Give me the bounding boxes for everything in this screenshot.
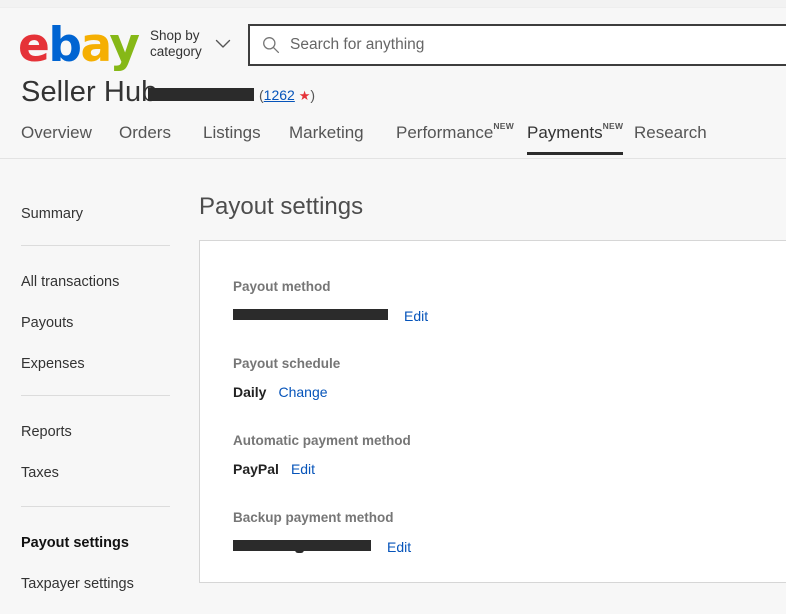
rating-count-link[interactable]: 1262 — [264, 87, 295, 103]
sidebar-item-payout-settings[interactable]: Payout settings — [21, 535, 129, 551]
tab-payments[interactable]: PaymentsNEW — [527, 121, 624, 155]
search-bar[interactable] — [248, 24, 786, 66]
sidebar-nav: Summary All transactions Payouts Expenses Re… — [0, 159, 176, 614]
backup-payment-method-edit-link[interactable]: Edit — [387, 539, 411, 555]
shop-by-line-2: category — [150, 44, 202, 59]
tab-new-badge: NEW — [602, 121, 624, 132]
section-automatic-payment-method: Automatic payment method PayPal Edit — [233, 433, 411, 477]
section-value-row: Edit — [233, 538, 411, 556]
page-title: Payout settings — [199, 193, 364, 220]
logo-letter-y: y — [109, 18, 140, 73]
sidebar-divider — [21, 395, 170, 396]
logo-letter-b: b — [48, 18, 82, 73]
seller-rating: (1262 ★) — [259, 87, 315, 104]
sidebar-item-summary[interactable]: Summary — [21, 206, 83, 222]
tab-label: Payments — [527, 123, 603, 142]
tab-research[interactable]: Research — [634, 123, 707, 155]
sidebar-divider — [21, 245, 170, 246]
section-value-row: PayPal Edit — [233, 461, 411, 477]
tab-label: Orders — [119, 123, 171, 142]
section-label: Backup payment method — [233, 510, 394, 525]
redacted-value-wrapper — [233, 307, 388, 325]
redacted-value-wrapper — [233, 538, 371, 556]
ebay-seller-hub-page: ebay Shop by category Seller Hub (12 — [0, 0, 786, 614]
shop-by-line-1: Shop by — [150, 28, 200, 43]
tab-performance[interactable]: PerformanceNEW — [396, 121, 515, 155]
logo-letter-a: a — [80, 18, 111, 73]
section-value-row: Daily Change — [233, 384, 340, 400]
sidebar-item-all-transactions[interactable]: All transactions — [21, 274, 119, 290]
logo-letter-e: e — [18, 18, 50, 73]
primary-nav-tabs: Overview Orders Listings Marketing Performan… — [0, 118, 786, 159]
section-value: Daily — [233, 384, 267, 400]
payout-settings-card: Payout method Edit Payout schedule Daily Cha… — [199, 240, 786, 583]
search-input[interactable] — [290, 33, 786, 57]
tab-new-badge: NEW — [493, 121, 515, 132]
top-strip — [0, 0, 786, 8]
section-label: Automatic payment method — [233, 433, 411, 448]
rating-paren-close: ) — [310, 87, 316, 103]
tab-marketing[interactable]: Marketing — [289, 123, 364, 155]
sidebar-item-taxpayer-settings[interactable]: Taxpayer settings — [21, 576, 134, 592]
search-icon — [262, 36, 280, 54]
main-content: Payout settings Payout method Edit Payout … — [176, 159, 786, 614]
section-payout-schedule: Payout schedule Daily Change — [233, 356, 340, 400]
payout-method-edit-link[interactable]: Edit — [404, 308, 428, 324]
tab-label: Performance — [396, 123, 494, 142]
section-value: PayPal — [233, 461, 279, 477]
tab-label: Marketing — [289, 123, 364, 142]
global-header: ebay Shop by category — [0, 8, 786, 71]
tab-listings[interactable]: Listings — [203, 123, 261, 155]
redacted-value — [233, 309, 388, 320]
tab-label: Listings — [203, 123, 261, 142]
tab-orders[interactable]: Orders — [119, 123, 171, 155]
sidebar-item-payouts[interactable]: Payouts — [21, 315, 73, 331]
redacted-username — [148, 88, 254, 101]
section-backup-payment-method: Backup payment method Edit — [233, 510, 411, 556]
tab-label: Overview — [21, 123, 92, 142]
sidebar-item-taxes[interactable]: Taxes — [21, 465, 59, 481]
automatic-payment-method-edit-link[interactable]: Edit — [291, 461, 315, 477]
section-label: Payout method — [233, 279, 331, 294]
seller-hub-title-row: Seller Hub (1262 ★) — [0, 76, 786, 114]
section-value-row: Edit — [233, 307, 428, 325]
shop-by-category-button[interactable]: Shop by category — [150, 28, 212, 60]
tab-overview[interactable]: Overview — [21, 123, 92, 155]
section-label: Payout schedule — [233, 356, 341, 371]
section-payout-method: Payout method Edit — [233, 279, 428, 325]
sidebar-item-expenses[interactable]: Expenses — [21, 356, 85, 372]
tab-label: Research — [634, 123, 707, 142]
sidebar-item-reports[interactable]: Reports — [21, 424, 72, 440]
rating-star-icon: ★ — [298, 88, 311, 103]
redacted-value-descender — [295, 549, 304, 553]
chevron-down-icon[interactable] — [215, 39, 231, 49]
sidebar-divider — [21, 506, 170, 507]
ebay-logo[interactable]: ebay — [18, 21, 140, 71]
page-heading-seller-hub: Seller Hub — [21, 76, 158, 108]
payout-schedule-change-link[interactable]: Change — [278, 384, 327, 400]
